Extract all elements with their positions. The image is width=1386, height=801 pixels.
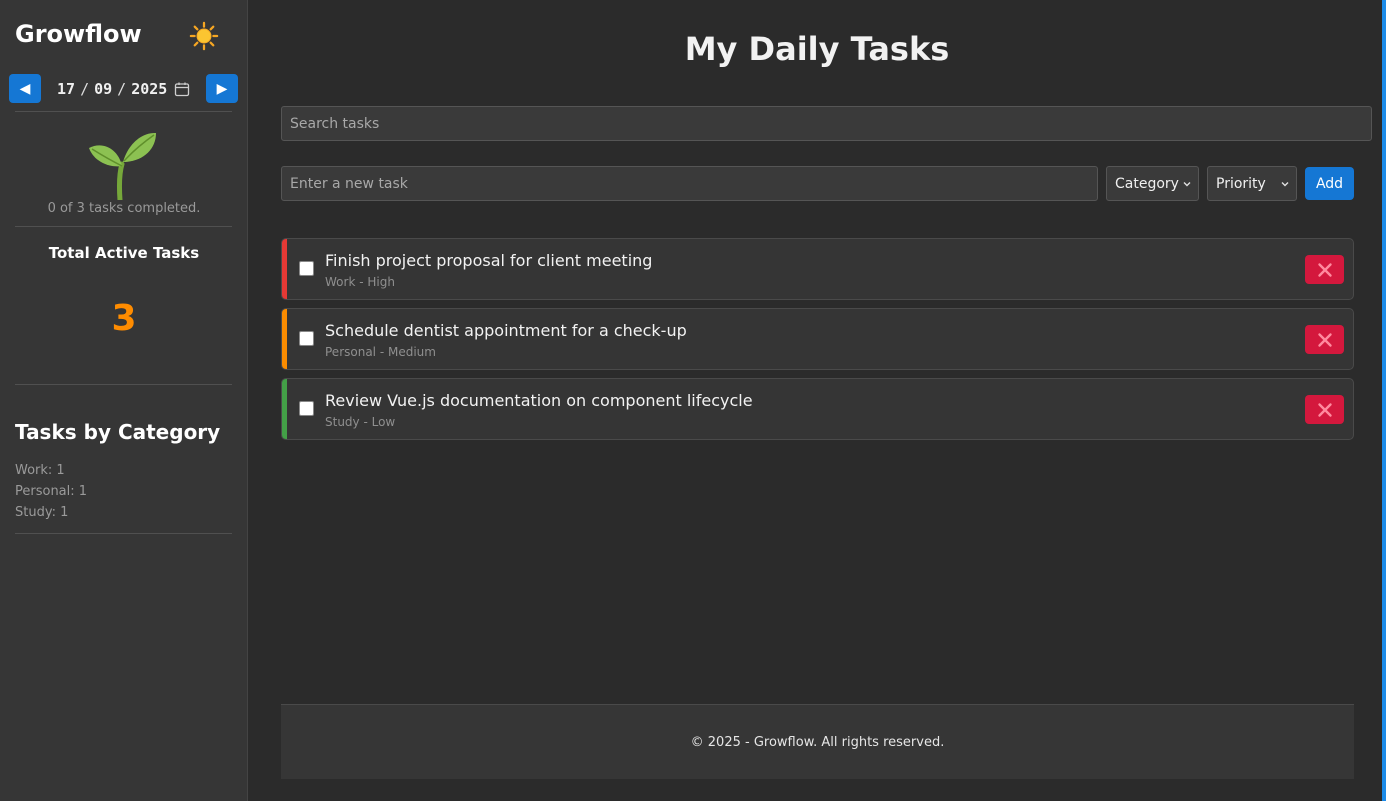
priority-stripe — [282, 239, 287, 299]
divider — [15, 533, 232, 534]
task-meta: Work - High — [325, 275, 395, 289]
date-separator: / — [80, 80, 90, 98]
delete-task-button[interactable] — [1305, 255, 1344, 284]
category-select[interactable]: Category — [1106, 166, 1199, 201]
category-list: Work: 1 Personal: 1 Study: 1 — [15, 462, 87, 525]
task-title: Finish project proposal for client meeti… — [325, 251, 653, 270]
new-task-input[interactable] — [281, 166, 1098, 201]
active-tasks-count: 3 — [111, 298, 137, 339]
delete-task-button[interactable] — [1305, 325, 1344, 354]
search-input[interactable] — [281, 106, 1372, 141]
task-item: Review Vue.js documentation on component… — [281, 378, 1354, 440]
footer: © 2025 - Growflow. All rights reserved. — [281, 704, 1354, 779]
task-checkbox[interactable] — [299, 331, 314, 346]
arrow-left-icon: ◀ — [19, 80, 31, 97]
category-count-personal: Personal: 1 — [15, 484, 88, 499]
arrow-right-icon: ▶ — [216, 80, 228, 97]
task-item: Finish project proposal for client meeti… — [281, 238, 1354, 300]
category-count-study: Study: 1 — [15, 505, 69, 520]
brand-title: Growflow — [15, 20, 142, 48]
divider — [15, 384, 232, 385]
divider — [15, 226, 232, 227]
seedling-icon — [89, 132, 156, 200]
category-count-work: Work: 1 — [15, 463, 65, 478]
delete-task-button[interactable] — [1305, 395, 1344, 424]
task-item: Schedule dentist appointment for a check… — [281, 308, 1354, 370]
priority-select-value: Priority — [1216, 175, 1266, 192]
progress-text: 0 of 3 tasks completed. — [47, 201, 201, 216]
sidebar: Growflow ◀ 17 / 09 / 2025 ▶ 0 of 3 tasks… — [0, 0, 248, 801]
active-tasks-heading: Total Active Tasks — [48, 244, 200, 262]
date-year: 2025 — [131, 80, 168, 98]
window-edge — [1382, 0, 1386, 801]
date-month: 09 — [94, 80, 113, 98]
category-select-value: Category — [1115, 175, 1179, 192]
chevron-down-icon — [1183, 182, 1191, 187]
priority-stripe — [282, 309, 287, 369]
category-heading: Tasks by Category — [15, 420, 221, 444]
next-day-button[interactable]: ▶ — [206, 74, 238, 103]
date-separator: / — [117, 80, 127, 98]
task-meta: Personal - Medium — [325, 345, 436, 359]
close-icon — [1317, 332, 1332, 347]
calendar-icon[interactable] — [174, 81, 190, 97]
date-day: 17 — [57, 80, 76, 98]
chevron-down-icon — [1281, 182, 1289, 187]
task-title: Schedule dentist appointment for a check… — [325, 321, 687, 340]
priority-select[interactable]: Priority — [1207, 166, 1297, 201]
app-root: Growflow ◀ 17 / 09 / 2025 ▶ 0 of 3 tasks… — [0, 0, 1386, 801]
task-meta: Study - Low — [325, 415, 396, 429]
page-title: My Daily Tasks — [684, 30, 950, 68]
task-checkbox[interactable] — [299, 401, 314, 416]
previous-day-button[interactable]: ◀ — [9, 74, 41, 103]
task-checkbox[interactable] — [299, 261, 314, 276]
sun-icon — [189, 21, 219, 51]
priority-stripe — [282, 379, 287, 439]
close-icon — [1317, 262, 1332, 277]
theme-toggle-button[interactable] — [186, 18, 222, 54]
main-content: My Daily Tasks Category Priority Add Fin… — [249, 0, 1382, 801]
date-navigator: ◀ 17 / 09 / 2025 ▶ — [9, 74, 238, 103]
divider — [15, 111, 232, 112]
close-icon — [1317, 402, 1332, 417]
add-task-button[interactable]: Add — [1305, 167, 1354, 200]
task-title: Review Vue.js documentation on component… — [325, 391, 753, 410]
footer-text: © 2025 - Growflow. All rights reserved. — [690, 734, 945, 750]
date-input[interactable]: 17 / 09 / 2025 — [57, 78, 190, 100]
